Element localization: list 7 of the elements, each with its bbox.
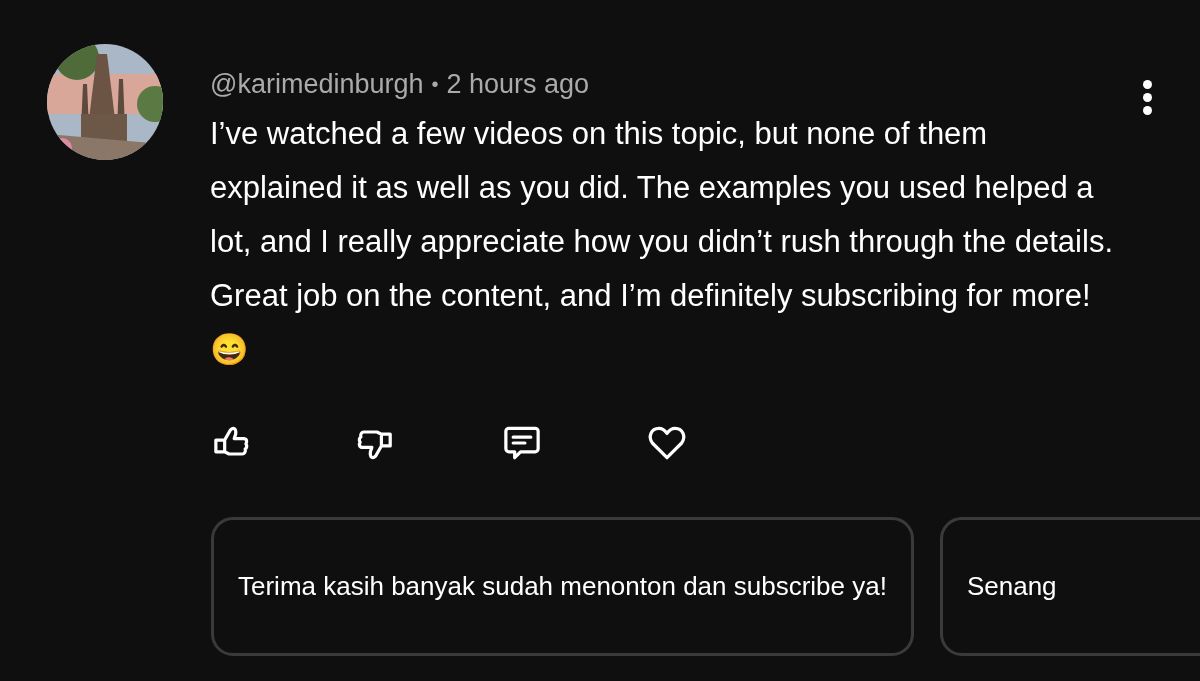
suggested-reply-button[interactable]: Terima kasih banyak sudah menonton dan subscribe ya!: [211, 517, 914, 656]
separator: •: [431, 72, 439, 97]
author-name[interactable]: @karimedinburgh: [210, 64, 424, 104]
more-options-icon[interactable]: [1143, 80, 1152, 115]
comment-text: I’ve watched a few videos on this topic, but none of them explained it as well as you did. The examples you used helped a lot, and I really appreciate how you didn’t rush through the details. Great job on the content, and I’m definitely subscribing for more! 😄: [210, 115, 1114, 369]
suggested-reply-button[interactable]: Senang: [939, 517, 1200, 656]
comment-time: 2 hours ago: [446, 68, 590, 101]
